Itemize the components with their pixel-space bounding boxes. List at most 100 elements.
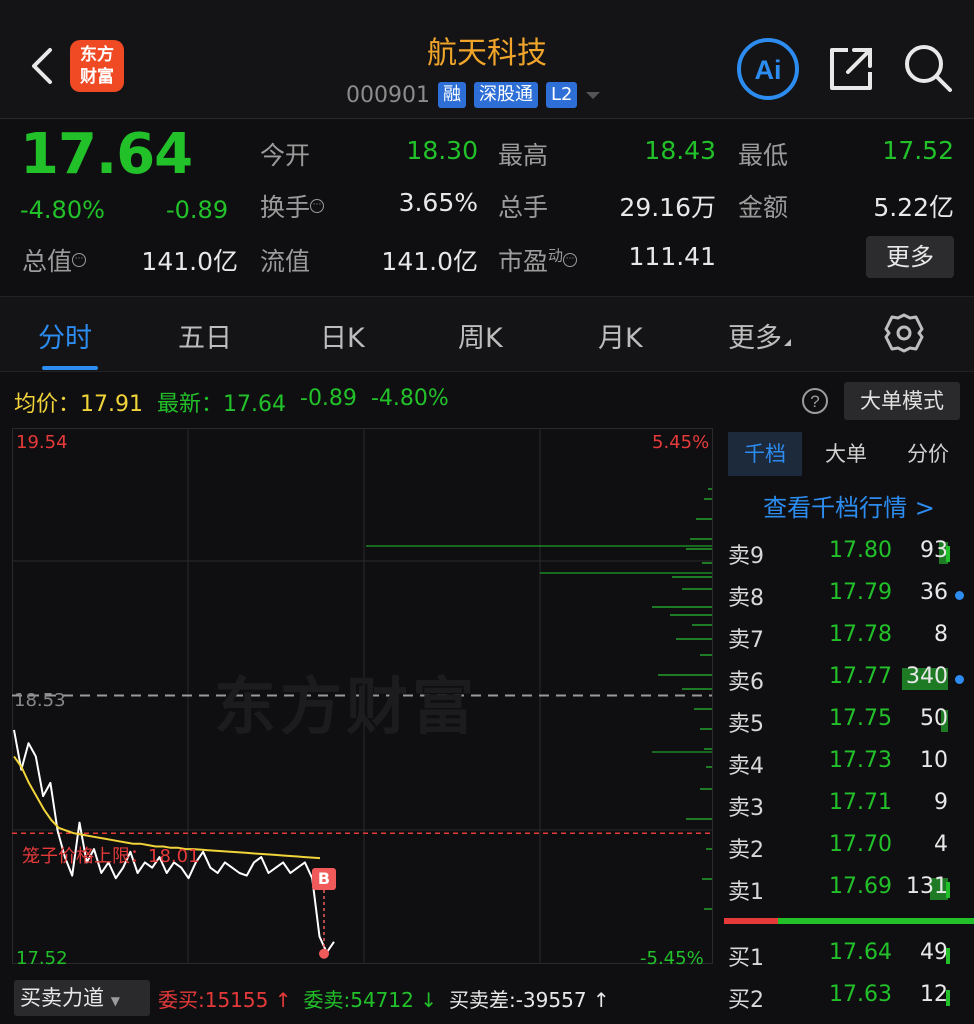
ask-volume: 9 [934, 790, 948, 815]
bid-row[interactable]: 买2 17.63 12 [724, 974, 974, 1016]
buy-marker[interactable]: B [312, 868, 336, 890]
view-depth-link[interactable]: 查看千档行情 > [724, 488, 974, 523]
gear-icon[interactable] [884, 312, 924, 354]
chart-top-price: 19.54 [16, 432, 68, 453]
bid-row[interactable]: 买1 17.64 49 [724, 932, 974, 974]
depth-bar [658, 674, 712, 676]
float-label: 流值 [260, 247, 311, 276]
indicator-select[interactable]: 买卖力道 ▼ [14, 980, 150, 1016]
total-value-label[interactable]: 总值 ··· [22, 242, 87, 278]
depth-bar [706, 848, 712, 850]
volume-tick [946, 882, 950, 898]
bid-ask-ratio-bar [724, 918, 974, 924]
ask-price: 17.73 [829, 748, 892, 773]
book-tab-big-orders[interactable]: 大单 [814, 432, 878, 476]
depth-bar [706, 766, 712, 768]
depth-bar [670, 614, 712, 616]
big-order-mode-button[interactable]: 大单模式 [844, 382, 960, 420]
tab-weekly-k[interactable]: 周K [458, 316, 503, 355]
ask-level-label: 卖9 [728, 544, 764, 569]
bid-price: 17.63 [829, 982, 892, 1007]
depth-bar [704, 498, 712, 500]
ask-price: 17.80 [829, 538, 892, 563]
ai-assistant-icon[interactable]: Ai [736, 37, 800, 101]
latest-price: 最新：17.64 [157, 386, 286, 418]
depth-bar [702, 562, 712, 564]
total-value: 141.0亿 [141, 247, 238, 276]
connect-tag: 深股通 [473, 82, 538, 108]
chart-top-pct: 5.45% [652, 432, 710, 453]
depth-bar [692, 624, 712, 626]
ask-volume: 8 [934, 622, 948, 647]
ask-price: 17.77 [829, 664, 892, 689]
ask-row[interactable]: 卖3 17.71 9 [724, 782, 974, 824]
dropdown-arrow-icon[interactable] [585, 90, 601, 100]
ask-volume: 340 [906, 664, 948, 689]
depth-bar [702, 878, 712, 880]
depth-bar [700, 728, 712, 730]
depth-bar [690, 538, 712, 540]
latest-label: 最新： [157, 392, 224, 417]
tab-more-label: 更多 [728, 323, 782, 354]
info-icon[interactable]: ··· [563, 252, 578, 267]
ask-row[interactable]: 卖6 17.77 340 [724, 656, 974, 698]
volume-label: 总手 [498, 193, 549, 222]
ask-price: 17.70 [829, 832, 892, 857]
change-percent: -4.80% [20, 196, 105, 224]
info-icon[interactable]: ··· [72, 252, 87, 267]
ask-level-label: 卖7 [728, 628, 764, 653]
pe-label-text: 市盈 [498, 247, 549, 276]
latest-change: -0.89 [300, 386, 357, 411]
tab-monthly-k[interactable]: 月K [598, 316, 643, 355]
ask-row[interactable]: 卖9 17.80 93 [724, 530, 974, 572]
bid-volume: 49 [920, 940, 948, 965]
tab-more[interactable]: 更多 [728, 316, 792, 355]
avg-value: 17.91 [80, 392, 143, 417]
depth-bar [686, 818, 712, 820]
watermark: 东方财富 [214, 670, 479, 743]
ask-volume: 93 [920, 538, 948, 563]
ask-volume: 131 [906, 874, 948, 899]
depth-bar [704, 908, 712, 910]
ask-total: 委卖:54712 ↓ [303, 988, 437, 1012]
indicator-select-label: 买卖力道 [20, 986, 104, 1010]
ask-level-label: 卖1 [728, 880, 764, 905]
open-label: 今开 [260, 141, 311, 170]
pe-label[interactable]: 市盈动 ··· [498, 242, 578, 278]
buy-point-dot [319, 948, 329, 959]
tab-five-day[interactable]: 五日 [178, 316, 232, 355]
tab-daily-k[interactable]: 日K [320, 316, 365, 355]
turnover-value: 3.65% [398, 188, 478, 217]
ask-row[interactable]: 卖2 17.70 4 [724, 824, 974, 866]
open-value: 18.30 [406, 136, 478, 165]
search-icon[interactable] [902, 40, 954, 96]
stock-code-row[interactable]: 000901 融 深股通 L2 [346, 80, 601, 110]
bid-volume: 12 [920, 982, 948, 1007]
turnover-label[interactable]: 换手 ··· [260, 188, 325, 224]
ask-row[interactable]: 卖7 17.78 8 [724, 614, 974, 656]
margin-tag: 融 [437, 82, 466, 108]
ask-row[interactable]: 卖1 17.69 131 [724, 866, 974, 908]
ask-row[interactable]: 卖4 17.73 10 [724, 740, 974, 782]
ask-row[interactable]: 卖8 17.79 36 [724, 572, 974, 614]
ask-row[interactable]: 卖5 17.75 50 [724, 698, 974, 740]
more-button[interactable]: 更多 [866, 236, 954, 278]
latest-value: 17.64 [223, 392, 286, 417]
low-value: 17.52 [882, 136, 954, 165]
depth-bar [682, 588, 712, 590]
book-tab-depth[interactable]: 千档 [728, 432, 802, 476]
tab-intraday[interactable]: 分时 [38, 316, 92, 355]
ask-price: 17.78 [829, 622, 892, 647]
last-price: 17.64 [20, 122, 193, 187]
info-icon[interactable]: ··· [310, 198, 325, 213]
price-summary: 均价：17.91 最新：17.64 -0.89 -4.80% [14, 386, 449, 418]
help-icon[interactable]: ? [800, 386, 830, 416]
share-icon[interactable] [826, 44, 876, 94]
book-tab-price-dist[interactable]: 分价 [894, 432, 962, 476]
bid-ask-diff: 买卖差:-39557 ↑ [448, 988, 610, 1012]
depth-bar [704, 748, 712, 750]
ask-level-label: 卖4 [728, 754, 764, 779]
tab-active-indicator [42, 366, 98, 370]
depth-bar [700, 654, 712, 656]
total-value-label-text: 总值 [22, 247, 73, 276]
